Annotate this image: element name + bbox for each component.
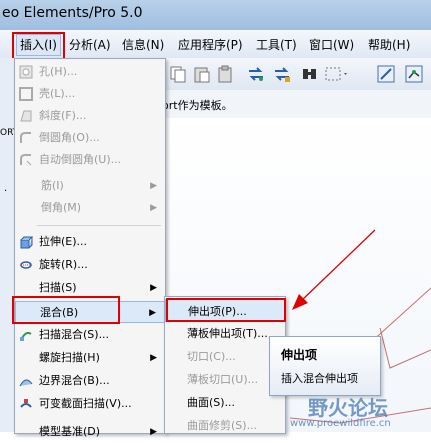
menu-item-extrude[interactable]: 拉伸(E)...	[15, 231, 165, 253]
copy-icon[interactable]	[168, 64, 188, 84]
select-box-icon[interactable]	[324, 64, 350, 84]
model-tree-strip: ORT ·	[0, 58, 18, 432]
menu-item-boundary-blend[interactable]: 边界混合(B)...	[15, 370, 165, 392]
draft-icon	[20, 110, 32, 122]
model-tree-fragment-mid: ·	[4, 186, 8, 197]
submenu-item-cut[interactable]: 切口(C)...	[165, 345, 285, 368]
menu-item-variable-section-sweep[interactable]: 可变截面扫描(V)...	[15, 393, 165, 415]
submenu-arrow-icon: ▶	[149, 308, 156, 318]
variable-section-sweep-icon	[20, 399, 32, 408]
toolbar	[160, 58, 431, 91]
submenu-arrow-icon: ▶	[150, 283, 157, 293]
menu-tools[interactable]: 工具(T)	[253, 36, 300, 54]
submenu-arrow-icon: ▶	[150, 181, 157, 191]
submenu-item-surface[interactable]: 曲面(S)...	[165, 391, 285, 414]
menu-separator	[37, 225, 161, 226]
menu-applications[interactable]: 应用程序(P)	[175, 36, 246, 54]
menu-item-chamfer[interactable]: 倒角(M) ▶	[15, 197, 165, 219]
menu-item-swept-blend[interactable]: 扫描混合(S)...	[15, 324, 165, 346]
menu-item-draft[interactable]: 斜度(F)...	[15, 105, 165, 127]
menu-analysis[interactable]: 分析(A)	[66, 36, 114, 54]
find-icon[interactable]	[300, 64, 320, 84]
menu-bar: 插入(I) 分析(A) 信息(N) 应用程序(P) 工具(T) 窗口(W) 帮助…	[0, 30, 431, 59]
title-bar: eo Elements/Pro 5.0	[0, 0, 431, 30]
menu-item-round[interactable]: 倒圆角(O)...	[15, 127, 165, 149]
menu-window[interactable]: 窗口(W)	[306, 36, 357, 54]
menu-item-sweep[interactable]: 扫描(S) ▶	[15, 277, 165, 299]
view-manager-icon[interactable]	[376, 64, 396, 84]
paste-special-icon[interactable]	[216, 64, 236, 84]
hole-icon	[19, 65, 33, 79]
swept-blend-icon	[20, 331, 32, 341]
submenu-item-surface-trim[interactable]: 曲面修剪(S)...	[165, 414, 285, 437]
submenu-item-thin-protrusion[interactable]: 薄板伸出项(T)...	[165, 322, 285, 345]
watermark-text: 野火论坛	[308, 396, 388, 420]
auto-round-icon	[20, 154, 32, 166]
message-text: ort作为模板。	[162, 99, 233, 112]
blend-submenu: 伸出项(P)... 薄板伸出项(T)... 切口(C)... 薄板切口(U)..…	[164, 296, 286, 434]
submenu-item-thin-cut[interactable]: 薄板切口(U)...	[165, 368, 285, 391]
watermark: 野火论坛 www.proewildfire.cn	[290, 392, 431, 432]
menu-info[interactable]: 信息(N)	[119, 36, 167, 54]
revolve-icon	[20, 261, 32, 269]
message-area: ort作为模板。	[160, 90, 431, 119]
menu-item-hole[interactable]: 孔(H)...	[15, 61, 165, 83]
menu-help[interactable]: 帮助(H)	[365, 36, 413, 54]
submenu-arrow-icon: ▶	[150, 203, 157, 213]
menu-item-rib[interactable]: 筋(I) ▶	[15, 175, 165, 197]
boundary-blend-icon	[19, 379, 33, 387]
window-title: eo Elements/Pro 5.0	[2, 5, 143, 21]
submenu-item-protrusion[interactable]: 伸出项(P)...	[165, 299, 285, 322]
menu-item-blend[interactable]: 混合(B) ▶	[15, 301, 165, 323]
menu-item-model-datum[interactable]: 模型基准(D) ▶	[15, 421, 165, 443]
round-icon	[20, 132, 31, 143]
datum-display-icon[interactable]	[404, 64, 424, 84]
menu-item-helical-sweep[interactable]: 螺旋扫描(H) ▶	[15, 347, 165, 369]
menu-insert[interactable]: 插入(I)	[16, 34, 61, 56]
tooltip-title: 伸出项	[281, 348, 318, 362]
submenu-arrow-icon: ▶	[150, 353, 157, 363]
annotation-arrow	[292, 229, 376, 310]
shell-icon	[19, 87, 33, 101]
paste-icon[interactable]	[192, 64, 212, 84]
tooltip-description: 插入混合伸出项	[281, 372, 358, 385]
extrude-icon	[20, 236, 33, 249]
regenerate-manager-icon[interactable]	[272, 64, 292, 84]
submenu-arrow-icon: ▶	[150, 427, 157, 437]
watermark-url: www.proewildfire.cn	[290, 418, 391, 429]
regenerate-icon[interactable]	[246, 64, 266, 84]
menu-item-revolve[interactable]: 旋转(R)...	[15, 254, 165, 276]
insert-menu: 孔(H)... 壳(L)... 斜度(F)... 倒圆角(O)... 自动倒圆角…	[14, 58, 166, 438]
menu-item-auto-round[interactable]: 自动倒圆角(U)...	[15, 149, 165, 171]
menu-item-shell[interactable]: 壳(L)...	[15, 83, 165, 105]
tooltip: 伸出项 插入混合伸出项	[269, 336, 381, 396]
